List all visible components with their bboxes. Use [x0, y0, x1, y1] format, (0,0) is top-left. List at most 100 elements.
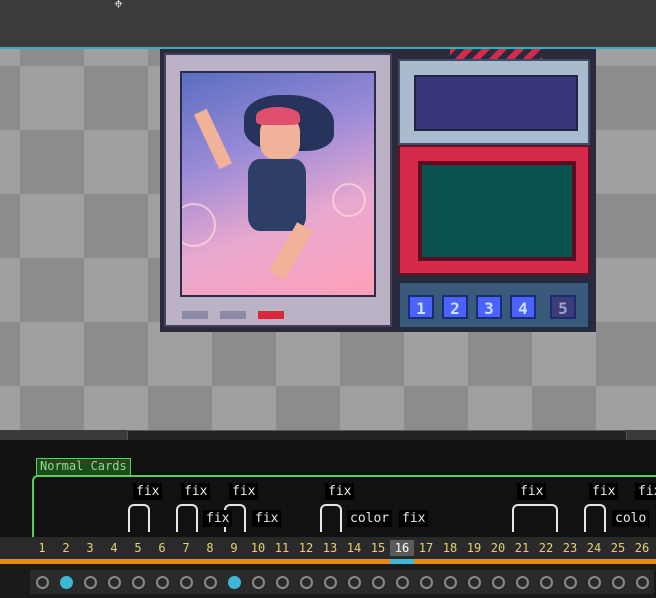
frame-cel[interactable]	[606, 570, 630, 594]
frame-tag[interactable]: fix	[133, 483, 163, 500]
frame-cel[interactable]	[486, 570, 510, 594]
frame-cel[interactable]	[390, 570, 414, 594]
cel-dot-icon	[612, 576, 625, 589]
frame-number[interactable]: 14	[342, 540, 366, 556]
frame-number[interactable]: 26	[630, 540, 654, 556]
cel-dot-icon	[492, 576, 505, 589]
cel-dot-icon	[444, 576, 457, 589]
frame-tag[interactable]: fix	[517, 483, 547, 500]
cel-dot-icon	[396, 576, 409, 589]
frame-cel[interactable]	[414, 570, 438, 594]
top-bar: ⌖	[0, 0, 656, 47]
frame-cel[interactable]	[246, 570, 270, 594]
frame-cel[interactable]	[630, 570, 654, 594]
sprite-canvas[interactable]: 1 2 3 4 5	[0, 49, 656, 430]
frame-number[interactable]: 12	[294, 540, 318, 556]
frame-cel[interactable]	[78, 570, 102, 594]
frame-number[interactable]: 22	[534, 540, 558, 556]
timeline-panel: Normal Cards fix fix fix fix fix fix fix…	[0, 440, 656, 598]
bubble-shape	[182, 203, 216, 247]
frame-cel[interactable]	[534, 570, 558, 594]
frame-tag[interactable]: fix	[181, 483, 211, 500]
frame-number[interactable]: 8	[198, 540, 222, 556]
frame-tag[interactable]: fix	[325, 483, 355, 500]
sprite-name-screen	[414, 75, 578, 131]
frame-tag[interactable]: color	[347, 510, 393, 527]
frame-tag[interactable]: fix	[399, 510, 429, 527]
frame-number[interactable]: 5	[126, 540, 150, 556]
cel-dot-icon	[84, 576, 97, 589]
cel-dot-icon	[564, 576, 577, 589]
frame-number[interactable]: 11	[270, 540, 294, 556]
sprite-name-panel	[398, 59, 590, 145]
sprite-display-screen	[418, 161, 576, 261]
frame-cel[interactable]	[30, 570, 54, 594]
slot-number: 2	[442, 295, 468, 319]
frame-number[interactable]: 18	[438, 540, 462, 556]
cel-dot-icon	[468, 576, 481, 589]
frame-number[interactable]: 20	[486, 540, 510, 556]
frame-number[interactable]: 19	[462, 540, 486, 556]
card-slot-row	[180, 307, 376, 323]
frame-number[interactable]: 3	[78, 540, 102, 556]
character-arm	[193, 108, 233, 170]
frame-tag[interactable]: fix	[203, 510, 233, 527]
cel-row	[0, 564, 656, 598]
frame-cel[interactable]	[318, 570, 342, 594]
card-slot	[220, 311, 246, 319]
frame-cel[interactable]	[366, 570, 390, 594]
frame-number[interactable]: 9	[222, 540, 246, 556]
tag-bracket	[320, 504, 342, 532]
frame-tag[interactable]: fix	[635, 483, 656, 500]
sprite-card-frame	[164, 53, 392, 327]
card-slot-active	[258, 311, 284, 319]
tag-bracket	[128, 504, 150, 532]
frame-number[interactable]: 15	[366, 540, 390, 556]
frame-cel[interactable]	[558, 570, 582, 594]
frame-number[interactable]: 25	[606, 540, 630, 556]
frame-number[interactable]: 16	[390, 540, 414, 556]
character-body	[248, 159, 306, 231]
cel-dot-icon	[60, 576, 73, 589]
frame-cel[interactable]	[438, 570, 462, 594]
frame-number[interactable]: 23	[558, 540, 582, 556]
cel-dot-icon	[324, 576, 337, 589]
frame-number[interactable]: 7	[174, 540, 198, 556]
frame-cel[interactable]	[582, 570, 606, 594]
sprite-number-panel: 1 2 3 4 5	[398, 281, 590, 329]
frame-tag[interactable]: colo	[612, 510, 650, 527]
frame-cel[interactable]	[294, 570, 318, 594]
frame-number[interactable]: 13	[318, 540, 342, 556]
cel-dot-icon	[204, 576, 217, 589]
frame-cel[interactable]	[174, 570, 198, 594]
frame-tag[interactable]: fix	[252, 510, 282, 527]
frame-cel[interactable]	[462, 570, 486, 594]
cel-dot-icon	[540, 576, 553, 589]
bubble-shape	[332, 183, 366, 217]
frame-number[interactable]: 2	[54, 540, 78, 556]
layer-name-label[interactable]: Normal Cards	[36, 458, 131, 476]
frame-number[interactable]: 1	[30, 540, 54, 556]
frame-number[interactable]: 4	[102, 540, 126, 556]
sprite-card-artwork	[180, 71, 376, 297]
frame-number[interactable]: 17	[414, 540, 438, 556]
frame-number[interactable]: 24	[582, 540, 606, 556]
frame-number[interactable]: 10	[246, 540, 270, 556]
frame-tag[interactable]: fix	[589, 483, 619, 500]
frame-cel[interactable]	[510, 570, 534, 594]
frame-cel[interactable]	[198, 570, 222, 594]
frame-cel[interactable]	[270, 570, 294, 594]
frame-cel[interactable]	[102, 570, 126, 594]
frame-number[interactable]: 21	[510, 540, 534, 556]
frame-cel[interactable]	[150, 570, 174, 594]
frame-cel[interactable]	[342, 570, 366, 594]
frame-cel[interactable]	[126, 570, 150, 594]
frame-tag[interactable]: fix	[229, 483, 259, 500]
sprite-image: 1 2 3 4 5	[160, 49, 596, 332]
frame-number[interactable]: 6	[150, 540, 174, 556]
cel-dot-icon	[420, 576, 433, 589]
frame-cel[interactable]	[222, 570, 246, 594]
slot-number: 5	[550, 295, 576, 319]
frame-cel[interactable]	[54, 570, 78, 594]
sprite-display-panel	[398, 145, 590, 275]
